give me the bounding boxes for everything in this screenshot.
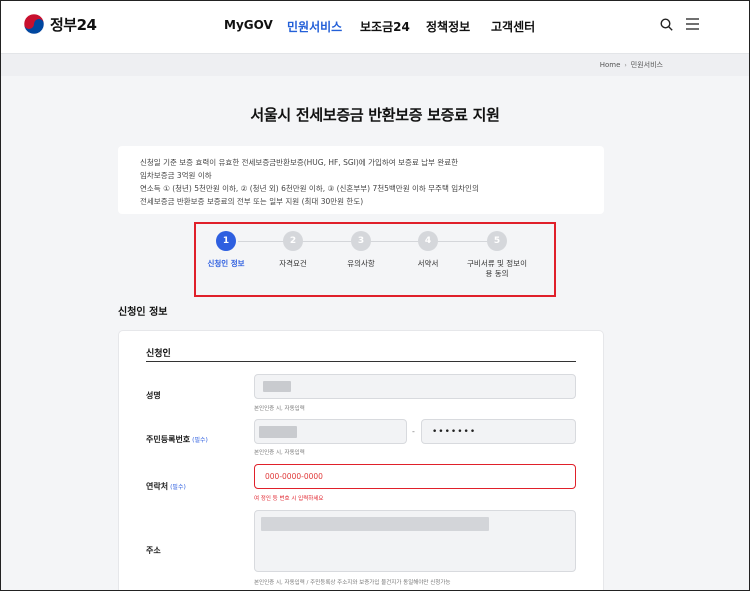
resident-number-hint: 본인인증 시, 자동입력 — [254, 450, 305, 456]
nav-policy-info[interactable]: 정책정보 — [426, 18, 470, 35]
masked-value — [261, 517, 489, 531]
resident-number-label-text: 주민등록번호 — [146, 435, 191, 444]
nav-customer-center[interactable]: 고객센터 — [491, 18, 535, 35]
phone-field[interactable]: 000-0000-0000 — [254, 464, 576, 489]
step-4: 4 서약서 — [388, 231, 468, 269]
service-info-box: 신청일 기준 보증 효력이 유효한 전세보증금반환보증(HUG, HF, SGI… — [118, 146, 604, 214]
name-label: 성명 — [146, 391, 161, 400]
info-line: 연소득 ① (청년) 5천만원 이하, ② (청년 외) 6천만원 이하, ③ … — [140, 184, 479, 193]
address-hint: 본인인증 시, 자동입력 / 주민등록상 주소지와 보증가입 물건지가 동일해야… — [254, 580, 451, 586]
name-field[interactable] — [254, 374, 576, 399]
phone-error-message: 여 정인 등 번호 시 입력하세요 — [254, 496, 324, 502]
required-mark: (필수) — [170, 484, 186, 491]
breadcrumb-bar: Home › 민원서비스 — [1, 54, 749, 76]
info-line: 임차보증금 3억원 이하 — [140, 171, 212, 180]
section-title: 신청인 정보 — [118, 307, 168, 318]
search-icon[interactable] — [660, 18, 673, 31]
address-field[interactable] — [254, 510, 576, 572]
step-number: 3 — [351, 231, 371, 251]
info-line: 신청일 기준 보증 효력이 유효한 전세보증금반환보증(HUG, HF, SGI… — [140, 158, 459, 167]
resident-number-front-field[interactable] — [254, 419, 407, 444]
card-divider — [146, 361, 576, 362]
step-5: 5 구비서류 및 정보이 용 동의 — [457, 231, 537, 279]
card-title: 신청인 — [146, 349, 171, 359]
step-number: 1 — [216, 231, 236, 251]
resident-number-label: 주민등록번호 (필수) — [146, 434, 208, 445]
top-header: 정부24 MyGOV 민원서비스 보조금24 정책정보 고객센터 — [1, 1, 749, 54]
resident-number-back-field[interactable]: ••••••• — [421, 419, 576, 444]
breadcrumb-current[interactable]: 민원서비스 — [631, 60, 663, 70]
step-label: 구비서류 및 정보이 용 동의 — [457, 259, 537, 279]
step-label-line: 구비서류 및 정보이 — [467, 259, 527, 268]
phone-label: 연락처 (필수) — [146, 481, 186, 492]
page-title: 서울시 전세보증금 반환보증 보증료 지원 — [250, 106, 500, 124]
step-number: 5 — [487, 231, 507, 251]
hamburger-menu-icon[interactable] — [686, 18, 699, 30]
name-hint: 본인인증 시, 자동입력 — [254, 406, 305, 412]
step-number: 2 — [283, 231, 303, 251]
gov24-logo[interactable]: 정부24 — [23, 13, 97, 35]
phone-label-text: 연락처 — [146, 482, 169, 491]
required-mark: (필수) — [192, 437, 208, 444]
breadcrumb-home[interactable]: Home — [600, 61, 621, 69]
masked-value — [263, 381, 291, 392]
nav-civil-service[interactable]: 민원서비스 — [287, 18, 342, 35]
step-number: 4 — [418, 231, 438, 251]
breadcrumb: Home › 민원서비스 — [600, 60, 663, 70]
logo-text: 정부24 — [50, 15, 97, 34]
resident-number-dash: - — [412, 427, 415, 436]
taegeuk-logo-icon — [23, 13, 45, 35]
address-label: 주소 — [146, 546, 161, 555]
nav-subsidy24[interactable]: 보조금24 — [360, 18, 410, 35]
chevron-right-icon: › — [624, 61, 627, 69]
info-line: 전세보증금 반환보증 보증료의 전부 또는 일부 지원 (최대 30만원 한도) — [140, 197, 364, 206]
masked-value — [259, 426, 297, 438]
step-label-line: 용 동의 — [485, 269, 509, 278]
step-label: 서약서 — [417, 259, 439, 268]
nav-mygov[interactable]: MyGOV — [224, 18, 273, 32]
